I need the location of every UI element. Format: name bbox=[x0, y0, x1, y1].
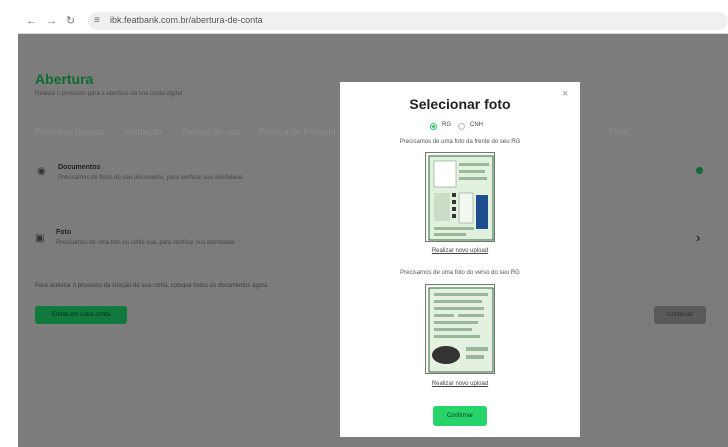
front-prompt: Precisamos de uma foto da frente do seu … bbox=[399, 139, 521, 145]
continue-button[interactable]: Continuar bbox=[654, 306, 706, 324]
address-bar[interactable]: ≡ ibk.featbank.com.br/abertura-de-conta bbox=[88, 12, 728, 30]
step-final[interactable]: Final bbox=[609, 127, 629, 137]
confirm-button[interactable]: Confirmar bbox=[433, 406, 487, 426]
page-title: Abertura bbox=[35, 71, 94, 87]
documents-description: Precisamos de fotos do seu documento, pa… bbox=[58, 175, 244, 181]
radio-rg[interactable] bbox=[430, 123, 437, 130]
photo-title: Foto bbox=[56, 229, 72, 236]
help-text: Para acelerar o processo da criação de s… bbox=[35, 283, 268, 289]
photo-description: Precisamos de uma foto ou selfie sua, pa… bbox=[56, 240, 235, 246]
browser-toolbar: ← → ↻ ≡ ibk.featbank.com.br/abertura-de-… bbox=[18, 8, 728, 34]
reupload-back-link[interactable]: Realizar novo upload bbox=[340, 381, 580, 387]
check-icon bbox=[696, 167, 703, 174]
enter-other-account-button[interactable]: Entrar em outra conta bbox=[35, 306, 127, 324]
documents-title: Documentos bbox=[58, 164, 101, 171]
select-photo-modal: × Selecionar foto RG CNH Precisamos de u… bbox=[340, 82, 580, 437]
left-edge bbox=[0, 0, 18, 447]
camera-icon: ▣ bbox=[35, 233, 45, 244]
rg-back-image bbox=[425, 284, 495, 374]
reload-icon[interactable]: ↻ bbox=[66, 14, 75, 28]
document-type-radios: RG CNH bbox=[430, 122, 500, 132]
radio-cnh[interactable] bbox=[458, 123, 465, 130]
reupload-front-link[interactable]: Realizar novo upload bbox=[340, 248, 580, 254]
step-primeiros-passos[interactable]: Primeiros passos bbox=[35, 127, 104, 137]
modal-title: Selecionar foto bbox=[409, 96, 511, 112]
url-text: ibk.featbank.com.br/abertura-de-conta bbox=[110, 15, 263, 25]
screen: ← → ↻ ≡ ibk.featbank.com.br/abertura-de-… bbox=[0, 0, 728, 447]
rg-front-image bbox=[425, 152, 495, 242]
site-settings-icon[interactable]: ≡ bbox=[94, 15, 100, 26]
step-politica-privacidade[interactable]: Política de Privacid bbox=[259, 127, 336, 137]
arrow-right-icon[interactable]: → bbox=[46, 14, 57, 28]
step-termos-de-uso[interactable]: Termos de uso bbox=[181, 127, 240, 137]
arrow-left-icon[interactable]: ← bbox=[26, 14, 37, 28]
page-subtitle: Realize o processo para a abertura da su… bbox=[35, 91, 183, 97]
step-validacao[interactable]: Validação bbox=[123, 127, 162, 137]
radio-rg-label[interactable]: RG bbox=[442, 122, 451, 128]
radio-cnh-label[interactable]: CNH bbox=[470, 122, 483, 128]
chevron-right-icon[interactable]: › bbox=[696, 230, 700, 245]
back-prompt: Precisamos de uma foto do verso do seu R… bbox=[400, 270, 520, 276]
document-icon: ◉ bbox=[37, 166, 46, 177]
